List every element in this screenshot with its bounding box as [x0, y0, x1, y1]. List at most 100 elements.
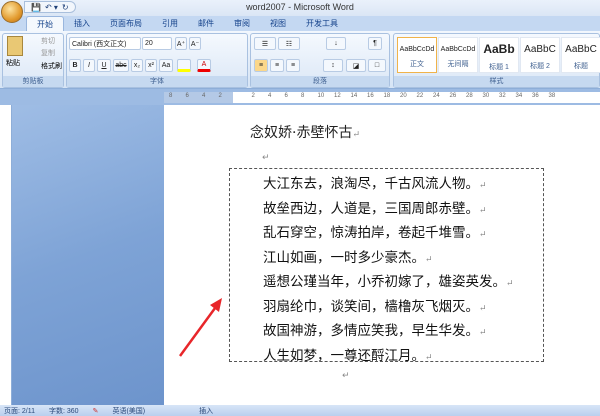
paragraph-mark: ↵: [479, 230, 487, 240]
shrink-font-button[interactable]: A⁻: [189, 37, 201, 50]
font-label: 字体: [67, 76, 247, 87]
tab-3[interactable]: 引用: [152, 16, 188, 31]
poem-line: 大江东去，浪淘尽，千古风流人物。↵: [263, 172, 487, 192]
tab-6[interactable]: 视图: [260, 16, 296, 31]
line-spacing-icon[interactable]: ↕: [323, 59, 343, 72]
poem-line-text: 人生如梦，一尊还酹江月。: [263, 347, 425, 364]
font-name-select[interactable]: Calibri (西文正文): [69, 37, 141, 50]
style-sample: AaBb: [483, 42, 515, 56]
paragraph-mark: ↵: [342, 370, 350, 380]
ribbon-tabs: 开始 插入 页面布局 引用 邮件 审阅 视图 开发工具: [0, 16, 600, 31]
format-painter-button[interactable]: 格式刷: [41, 61, 62, 71]
style-0[interactable]: AaBbCcDd 正文: [397, 37, 437, 73]
shading-icon[interactable]: ◪: [346, 59, 366, 72]
window-title: word2007 - Microsoft Word: [246, 2, 354, 12]
style-name: 标题: [574, 63, 588, 70]
copy-button[interactable]: 复制: [41, 48, 55, 58]
underline-button[interactable]: U: [97, 59, 111, 72]
style-name: 标题 2: [530, 63, 550, 70]
bold-button[interactable]: B: [69, 59, 81, 72]
ruler-tick: 6: [185, 93, 189, 99]
align-center-icon[interactable]: ≡: [270, 59, 284, 72]
ruler-tick: 34: [515, 93, 523, 99]
subscript-button[interactable]: x₂: [131, 59, 143, 72]
ruler-tick: 32: [499, 93, 506, 99]
paragraph-mark: ↵: [425, 254, 433, 265]
font-size-select[interactable]: 20: [142, 37, 172, 50]
style-name: 正文: [410, 61, 424, 68]
superscript-button[interactable]: x²: [145, 59, 157, 72]
borders-icon[interactable]: □: [368, 59, 386, 72]
style-1[interactable]: AaBbCcDd 无间隔: [438, 37, 478, 73]
ruler-tick: 8: [301, 93, 305, 99]
poem-line-text: 大江东去，浪淘尽，千古风流人物。: [263, 176, 479, 192]
align-right-icon[interactable]: ≡: [286, 59, 300, 72]
vertical-ruler[interactable]: [0, 105, 12, 405]
paragraph-label: 段落: [251, 76, 389, 87]
style-name: 无间隔: [447, 61, 469, 68]
paragraph-mark: ↵: [479, 181, 487, 191]
ruler-tick: 18: [383, 93, 391, 99]
arrow-line: [178, 303, 220, 357]
arrow-head: [210, 298, 222, 312]
paragraph-mark: ↵: [352, 130, 360, 140]
grow-font-button[interactable]: A⁺: [175, 37, 187, 50]
tab-2[interactable]: 页面布局: [100, 16, 152, 31]
language-status[interactable]: 英语(美国): [112, 406, 145, 416]
ruler-tick: 24: [433, 93, 440, 99]
italic-button[interactable]: I: [83, 59, 95, 72]
workspace-background: [12, 105, 164, 405]
ruler-tick: 26: [449, 93, 457, 99]
paragraph-mark: ↵: [479, 328, 487, 338]
horizontal-ruler[interactable]: 8 6 4 2 2 4 6 8 10 12 14 16 18 20 22 24 26 28 30 32 34 36 38: [164, 92, 600, 103]
word-count[interactable]: 字数: 360: [49, 406, 79, 416]
save-icon[interactable]: 💾: [31, 3, 41, 12]
highlight-icon[interactable]: [177, 59, 191, 72]
paragraph-group: ☰ ☷ ↓ ¶ ≡ ≡ ≡ ↕ ◪ □ 段落: [250, 33, 390, 88]
poem-line: 江山如画，一时多少豪杰。↵: [263, 246, 433, 266]
style-sample: AaBbCcDd: [399, 46, 435, 53]
undo-icon[interactable]: ↶ ▾: [45, 3, 58, 12]
bullets-icon[interactable]: ☰: [254, 37, 276, 50]
ruler-tick: 4: [268, 93, 272, 99]
paragraph-mark: ↵: [479, 303, 487, 314]
ruler-tick: 4: [202, 93, 206, 99]
ruler-tick: 2: [251, 93, 255, 99]
page-count[interactable]: 页面: 2/11: [4, 406, 35, 416]
redo-icon[interactable]: ↻: [62, 3, 69, 12]
sort-icon[interactable]: ↓: [326, 37, 346, 50]
style-4[interactable]: AaBbC 标题: [561, 37, 600, 73]
tab-1[interactable]: 插入: [64, 16, 100, 31]
styles-label: 样式: [394, 76, 599, 87]
show-marks-icon[interactable]: ¶: [368, 37, 382, 50]
tab-7[interactable]: 开发工具: [296, 16, 348, 31]
align-left-icon[interactable]: ≡: [254, 59, 268, 72]
office-button[interactable]: [1, 1, 23, 23]
poem-line-text: 乱石穿空，惊涛拍岸，卷起千堆雪。: [263, 225, 479, 241]
style-3[interactable]: AaBbC 标题 2: [520, 37, 560, 73]
change-case-button[interactable]: Aa: [159, 59, 173, 72]
numbering-icon[interactable]: ☷: [278, 37, 300, 50]
proofing-icon[interactable]: ✎: [93, 407, 99, 415]
poem-line: 人生如梦，一尊还酹江月。↵: [263, 344, 433, 364]
tab-5[interactable]: 审阅: [224, 16, 260, 31]
ruler-tick: 12: [334, 93, 341, 99]
strikethrough-button[interactable]: abc: [113, 59, 129, 72]
ruler-tick: 6: [284, 93, 288, 99]
poem-line: 故垒西边，人道是，三国周郎赤壁。↵: [263, 197, 487, 217]
insert-mode[interactable]: 插入: [199, 406, 213, 416]
paragraph-mark: ↵: [506, 279, 514, 289]
ruler-tick: 10: [317, 93, 325, 99]
paste-button[interactable]: 粘贴: [6, 58, 20, 68]
red-arrow-annotation: [178, 298, 222, 357]
tab-4[interactable]: 邮件: [188, 16, 224, 31]
title-bar: word2007 - Microsoft Word: [0, 0, 600, 16]
ribbon: 粘贴 剪切 复制 格式刷 剪贴板 Calibri (西文正文) 20 A⁺ A⁻…: [0, 31, 600, 89]
font-color-button[interactable]: A: [197, 59, 211, 72]
tab-0[interactable]: 开始: [26, 16, 64, 31]
ruler-tick: 2: [218, 93, 222, 99]
poem-line-text: 故垒西边，人道是，三国周郎赤壁。: [263, 200, 479, 217]
cut-button[interactable]: 剪切: [41, 36, 55, 46]
style-2[interactable]: AaBb 标题 1: [479, 37, 519, 73]
ruler-tick: 8: [169, 93, 173, 99]
